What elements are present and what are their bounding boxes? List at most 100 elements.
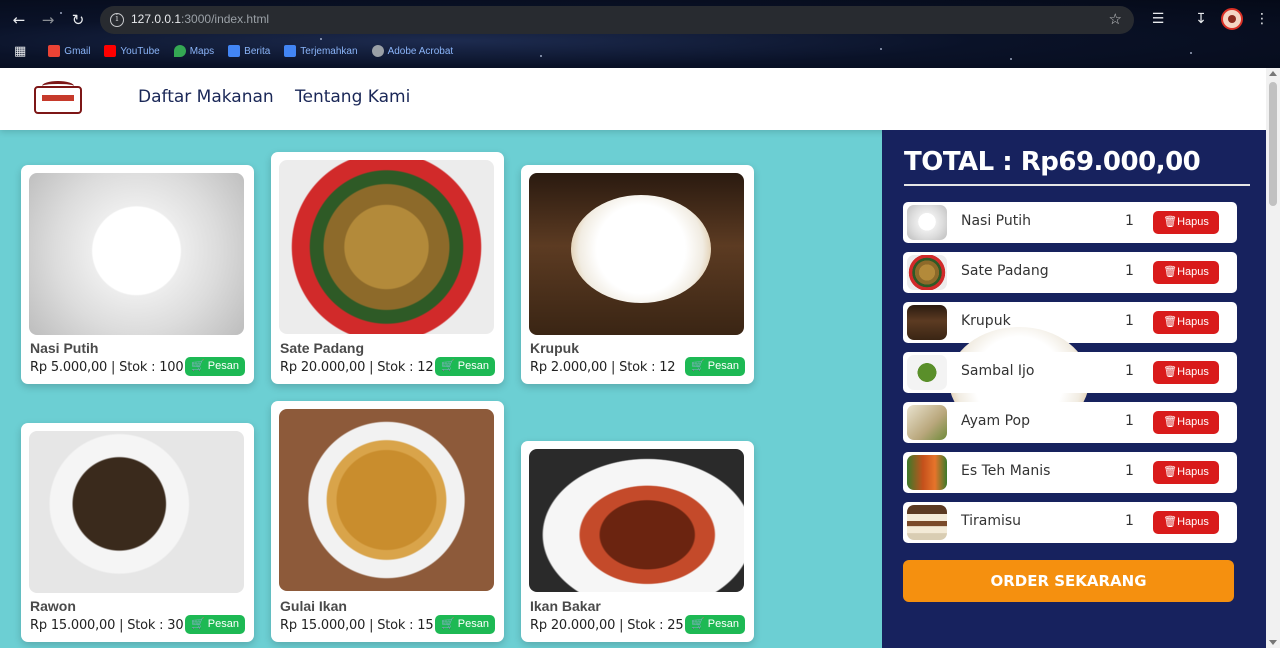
order-button-label: Pesan [457, 618, 489, 630]
cart-divider [904, 184, 1250, 186]
cart-item-qty: 1 [1125, 263, 1134, 279]
address-bar[interactable]: i 127.0.0.1:3000/index.html ☆ [100, 6, 1134, 34]
delete-button[interactable]: 🗑Hapus [1153, 261, 1219, 284]
download-icon[interactable]: ↧ [1191, 9, 1211, 29]
decor-star [1190, 52, 1192, 54]
cart-icon: 🛒 [691, 360, 705, 372]
bookmark-gmail[interactable]: Gmail [48, 45, 90, 57]
cart-icon: 🛒 [441, 618, 455, 630]
product-card: Ikan Bakar Rp 20.000,00 | Stok : 25 🛒 Pe… [521, 441, 754, 642]
site-info-icon[interactable]: i [110, 13, 124, 27]
logo-bar-shape [42, 95, 74, 101]
delete-button-label: Hapus [1177, 266, 1209, 278]
nav-link-daftar-makanan[interactable]: Daftar Makanan [138, 87, 274, 107]
cart-item-qty: 1 [1125, 313, 1134, 329]
decor-star [540, 55, 542, 57]
trash-icon: 🗑 [1163, 366, 1178, 378]
site-header: Daftar Makanan Tentang Kami [0, 68, 1266, 130]
reload-icon[interactable]: ↻ [67, 9, 89, 31]
bookmark-label: Adobe Acrobat [387, 45, 454, 57]
order-button[interactable]: 🛒 Pesan [185, 357, 245, 376]
delete-button[interactable]: 🗑Hapus [1153, 311, 1219, 334]
extensions-icon[interactable]: ☰ [1148, 9, 1168, 29]
product-price-stock: Rp 20.000,00 | Stok : 25 [530, 618, 684, 633]
decor-star [880, 48, 882, 50]
product-name: Gulai Ikan [280, 598, 347, 614]
product-card: Sate Padang Rp 20.000,00 | Stok : 12 🛒 P… [271, 152, 504, 384]
product-name: Nasi Putih [30, 340, 99, 356]
cart-thumb-ayam-pop [907, 405, 947, 440]
cart-item-name: Krupuk [961, 313, 1011, 329]
cart-icon: 🛒 [191, 618, 205, 630]
food-photo-sate-padang [279, 160, 494, 334]
bookmark-youtube[interactable]: YouTube [104, 45, 160, 57]
cart-item-qty: 1 [1125, 363, 1134, 379]
bookmark-maps[interactable]: Maps [173, 45, 214, 57]
cart-item: Krupuk 1 🗑Hapus [903, 302, 1237, 435]
bookmark-star-icon[interactable]: ☆ [1109, 10, 1122, 28]
order-button[interactable]: 🛒 Pesan [185, 615, 245, 634]
profile-avatar[interactable] [1221, 8, 1243, 30]
order-button-label: Pesan [207, 618, 239, 630]
delete-button[interactable]: 🗑Hapus [1153, 511, 1219, 534]
product-card: Gulai Ikan Rp 15.000,00 | Stok : 15 🛒 Pe… [271, 401, 504, 642]
delete-button[interactable]: 🗑Hapus [1153, 361, 1219, 384]
cart-thumb-es-teh-manis [907, 455, 947, 490]
address-url[interactable]: 127.0.0.1:3000/index.html [131, 12, 269, 26]
delete-button[interactable]: 🗑Hapus [1153, 411, 1219, 434]
delete-button-label: Hapus [1177, 466, 1209, 478]
back-arrow-icon[interactable]: ← [8, 9, 30, 31]
product-card: Krupuk Rp 2.000,00 | Stok : 12 🛒 Pesan [521, 165, 754, 384]
order-button[interactable]: 🛒 Pesan [435, 357, 495, 376]
page-content: Daftar Makanan Tentang Kami Nasi Putih R… [0, 68, 1266, 648]
nav-link-tentang-kami[interactable]: Tentang Kami [295, 87, 410, 107]
scrollbar-thumb[interactable] [1269, 82, 1277, 206]
cart-item-qty: 1 [1125, 513, 1134, 529]
trash-icon: 🗑 [1163, 516, 1178, 528]
cart-item-name: Tiramisu [961, 513, 1022, 529]
cart-item-name: Sambal Ijo [961, 363, 1035, 379]
trash-icon: 🗑 [1163, 466, 1178, 478]
order-button[interactable]: 🛒 Pesan [435, 615, 495, 634]
bookmark-acrobat[interactable]: Adobe Acrobat [371, 45, 454, 57]
order-button-label: Pesan [457, 360, 489, 372]
cart-thumb-sate-padang [907, 255, 947, 290]
order-button[interactable]: 🛒 Pesan [685, 357, 745, 376]
apps-grid-icon[interactable]: ▦ [14, 44, 26, 59]
cart-icon: 🛒 [441, 360, 455, 372]
cart-item: Ayam Pop 1 🗑Hapus [903, 402, 1237, 443]
trash-icon: 🗑 [1163, 266, 1178, 278]
bookmark-translate[interactable]: Terjemahkan [284, 45, 358, 57]
news-icon [228, 45, 241, 57]
scroll-up-arrow-icon[interactable] [1269, 71, 1277, 76]
url-path: :3000/index.html [181, 12, 270, 26]
bookmark-label: YouTube [120, 45, 160, 57]
food-photo-gulai-ikan [279, 409, 494, 591]
delete-button[interactable]: 🗑Hapus [1153, 211, 1219, 234]
restaurant-logo[interactable] [34, 81, 82, 114]
cart-thumb-sambal-ijo [907, 355, 947, 390]
delete-button-label: Hapus [1177, 516, 1209, 528]
browser-chrome: ← → ↻ i 127.0.0.1:3000/index.html ☆ ☰ ↧ … [0, 0, 1280, 68]
decor-star [320, 38, 322, 40]
youtube-icon [104, 45, 117, 57]
page-scrollbar[interactable] [1266, 68, 1280, 648]
product-card: Nasi Putih Rp 5.000,00 | Stok : 100 🛒 Pe… [21, 165, 254, 384]
trash-icon: 🗑 [1163, 416, 1178, 428]
menu-kebab-icon[interactable]: ⋮ [1252, 9, 1272, 29]
delete-button[interactable]: 🗑Hapus [1153, 461, 1219, 484]
order-button[interactable]: 🛒 Pesan [685, 615, 745, 634]
bookmark-label: Berita [244, 45, 271, 57]
cart-item-name: Ayam Pop [961, 413, 1030, 429]
food-photo-ikan-bakar [529, 449, 744, 592]
scroll-down-arrow-icon[interactable] [1269, 640, 1277, 645]
forward-arrow-icon[interactable]: → [37, 9, 59, 31]
cart-item: Sambal Ijo 1 🗑Hapus [903, 352, 1237, 393]
order-now-button[interactable]: ORDER SEKARANG [903, 560, 1234, 602]
product-name: Rawon [30, 598, 76, 614]
product-card: Rawon Rp 15.000,00 | Stok : 30 🛒 Pesan [21, 423, 254, 642]
cart-item: Sate Padang 1 🗑Hapus [903, 252, 1237, 293]
cart-item-qty: 1 [1125, 463, 1134, 479]
bookmark-news[interactable]: Berita [228, 45, 270, 57]
cart-total: TOTAL : Rp69.000,00 [904, 147, 1201, 177]
